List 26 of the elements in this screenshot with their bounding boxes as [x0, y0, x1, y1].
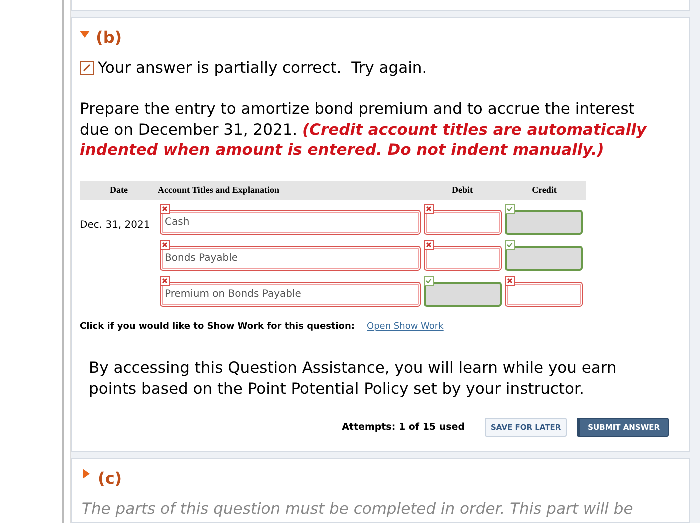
feedback-message: Your answer is partially correct. Try again.: [98, 59, 428, 77]
amount-field[interactable]: [505, 210, 583, 234]
expand-triangle-icon[interactable]: [82, 469, 92, 479]
entry-date: Dec. 31, 2021: [80, 220, 150, 230]
open-show-work-link[interactable]: Open Show Work: [367, 322, 444, 332]
account-field[interactable]: Premium on Bonds Payable: [160, 282, 421, 306]
column-header: Credit: [531, 185, 558, 195]
column-header: Debit: [451, 185, 474, 195]
question-prompt: Prepare the entry to amortize bond premium and to accrue the interest due on December 31, 2021. (Credit account titles are automatically indented when amount is entered. Do not indent manually.): [80, 99, 648, 160]
part-label: (b): [96, 28, 122, 47]
part-label: (c): [98, 468, 122, 488]
attempts-counter: Attempts: 1 of 15 used: [342, 422, 466, 432]
amount-field[interactable]: [505, 282, 583, 306]
column-header: Date: [109, 185, 129, 195]
amount-field[interactable]: [505, 246, 583, 270]
show-work-label: Click if you would like to Show Work for this question:: [80, 322, 355, 332]
amount-field[interactable]: [424, 210, 502, 234]
order-note: The parts of this question must be completed in order. This part will be: [82, 500, 634, 518]
amount-field[interactable]: [424, 246, 502, 270]
collapse-triangle-icon[interactable]: [80, 30, 90, 40]
account-field[interactable]: Bonds Payable: [160, 246, 421, 270]
assistance-text: By accessing this Question Assistance, you will learn while you earn points based on the Point Potential Policy set by your instructor.: [89, 358, 618, 400]
column-header: Account Titles and Explanation: [158, 185, 280, 195]
partially-correct-icon: [80, 61, 94, 75]
account-field[interactable]: Cash: [160, 210, 421, 234]
amount-field[interactable]: [424, 282, 502, 306]
